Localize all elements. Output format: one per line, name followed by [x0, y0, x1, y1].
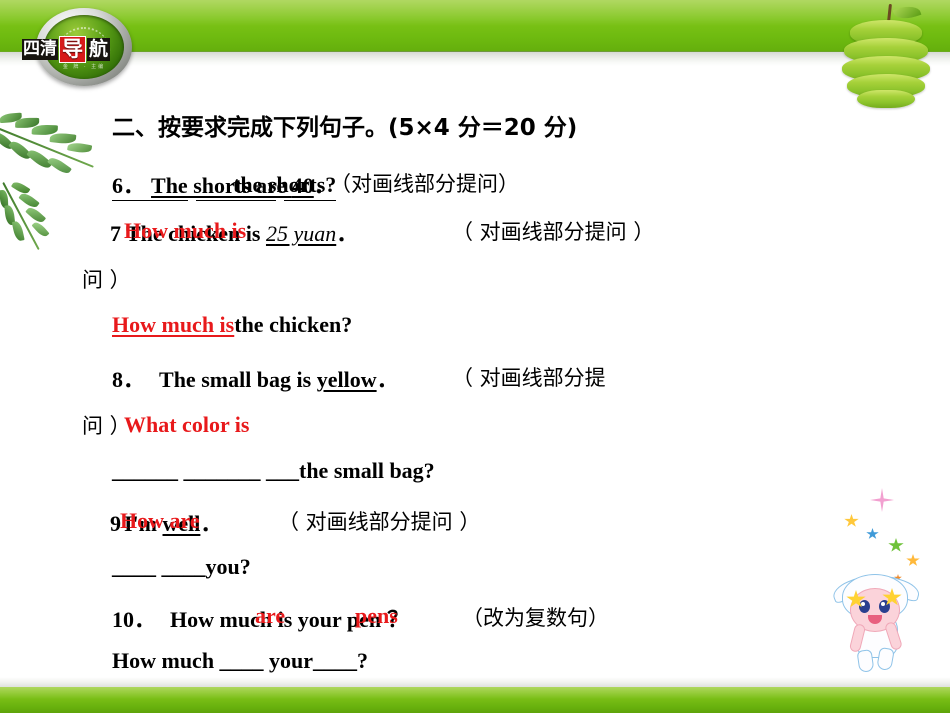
logo-wordmark: 四清 导 航 [22, 32, 146, 66]
question-6-overlay-answer: the shorts? [233, 172, 337, 197]
bunny-leg-left [856, 649, 875, 673]
question-8-answer: yellow [316, 367, 377, 392]
question-8-answer-row: ______ _______ ___the small bag? [112, 458, 435, 484]
logo-text-hang: 航 [87, 37, 111, 61]
question-10-overlay-answer-are: are [255, 603, 286, 628]
slide-canvas: 金 牌 · 主编 四清 导 航 二、按要求完成下列句子。(5×4 分＝20 分)… [0, 0, 950, 713]
fern-decoration-icon [0, 78, 110, 258]
footer-gloss [0, 677, 950, 687]
question-7-overlay-answer: How much is [124, 218, 247, 243]
mascot-decoration [822, 482, 942, 673]
question-10-instruction: （改为复数句） [462, 606, 609, 630]
question-6-blank-1 [112, 200, 188, 201]
logo-text-siqing: 四清 [22, 38, 58, 60]
question-10-overlay-answer-pens: pens [355, 603, 398, 628]
star-icon [870, 488, 894, 512]
section-title: 二、按要求完成下列句子。(5×4 分＝20 分) [112, 115, 578, 141]
question-9-answer-blanks: ____ ____ [112, 554, 206, 579]
question-8-number: 8． [112, 367, 146, 392]
question-6-number: 6． [112, 173, 146, 198]
question-7-instruction-wrap: 问 ） [82, 268, 131, 292]
bunny-leg-right [876, 646, 895, 672]
question-6-blank-2 [196, 200, 276, 201]
star-icon [906, 554, 920, 566]
question-9-period: ． [200, 511, 223, 536]
brand-logo: 金 牌 · 主编 四清 导 航 [22, 8, 146, 86]
question-9-instruction: （ 对画线部分提问 ） [278, 510, 481, 534]
question-9-answer-row: ____ ____you? [112, 554, 251, 580]
footer-green-band [0, 687, 950, 713]
question-7-answer-red: How much is [112, 312, 235, 337]
apple-slice [857, 90, 915, 108]
bunny-mouth [868, 615, 882, 624]
question-6-blank-3 [284, 200, 336, 201]
question-8-answer-blanks: ______ _______ ___ [112, 458, 299, 483]
star-icon [866, 528, 879, 539]
question-7-period: ． [336, 221, 359, 246]
question-9-answer-tail: you? [205, 554, 251, 579]
question-7-number: 7 [110, 221, 121, 246]
question-10-answer-row: How much ____ your____? [112, 648, 369, 673]
question-8-answer-tail: the small bag? [299, 458, 435, 483]
question-9-overlay-answer: How are [120, 508, 200, 533]
star-icon [888, 538, 904, 552]
fern-frond [0, 174, 56, 258]
bunny-eye-left [859, 600, 870, 613]
star-icon [844, 514, 859, 527]
question-6-instruction: （对画线部分提问） [330, 172, 519, 196]
question-8-sentence: The small bag is [159, 367, 317, 392]
question-7-answer-row: How much isthe chicken? [112, 312, 352, 338]
question-7-instruction: （ 对画线部分提问 ） [452, 220, 655, 244]
logo-text-dao: 导 [59, 35, 86, 63]
question-8-period: ． [376, 367, 399, 392]
question-10-number: 10． [112, 607, 157, 632]
question-8-overlay-answer: What color is [124, 412, 250, 437]
question-8-instruction: （ 对画线部分提 [452, 366, 606, 390]
apple-decoration-icon [838, 2, 934, 108]
question-8-row: 8． The small bag is yellow． [112, 362, 399, 394]
question-7-answer-black: the chicken? [234, 312, 353, 337]
question-7-answer: 25 yuan [265, 221, 337, 246]
fern-frond [0, 105, 101, 184]
bunny-mascot-icon [829, 568, 924, 673]
